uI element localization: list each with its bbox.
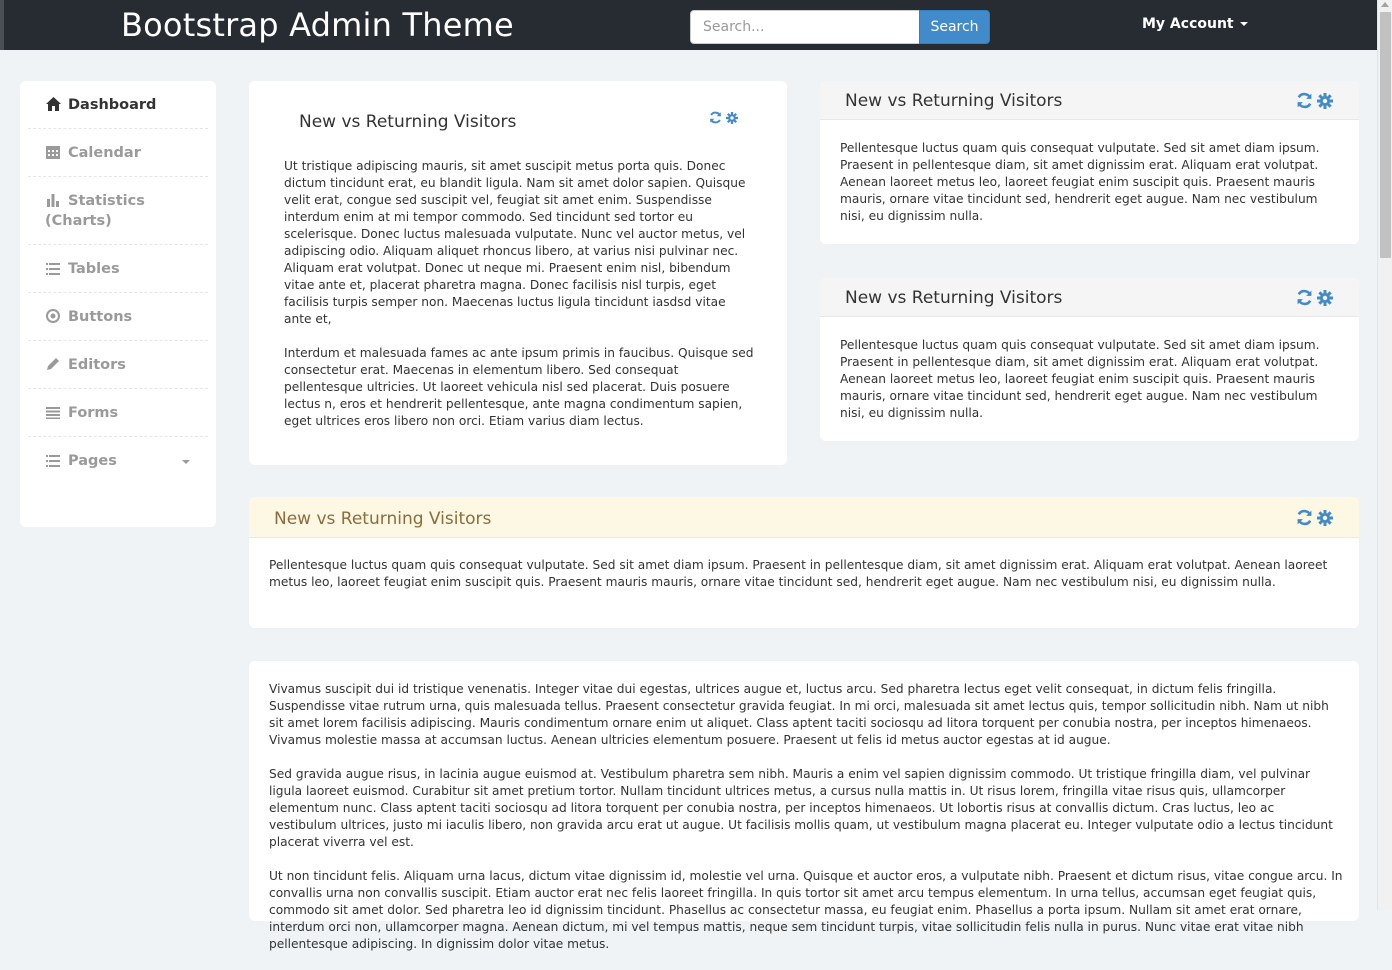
paragraph: Vivamus suscipit dui id tristique venena… — [269, 682, 1329, 747]
sidebar-nav: Dashboard Calendar Statistics (Charts) T… — [20, 81, 216, 527]
sidebar-item-dashboard[interactable]: Dashboard — [28, 81, 208, 129]
paragraph: Sed gravida augue risus, in lacinia augu… — [269, 767, 1333, 849]
vertical-scrollbar[interactable] — [1377, 0, 1392, 910]
sidebar-item-label: Buttons — [68, 309, 133, 325]
panel-title: New vs Returning Visitors — [274, 509, 492, 529]
panel-visitors-right-1: New vs Returning Visitors Pellentesque l… — [820, 81, 1359, 244]
sidebar-item-buttons[interactable]: Buttons — [28, 293, 208, 341]
forms-icon — [45, 405, 61, 421]
panel-heading: New vs Returning Visitors — [249, 497, 1359, 538]
top-navbar: Bootstrap Admin Theme Search My Account — [0, 0, 1377, 50]
gear-icon[interactable] — [1317, 509, 1333, 526]
panel-body: Vivamus suscipit dui id tristique venena… — [269, 681, 1344, 970]
panel-body: Pellentesque luctus quam quis consequat … — [840, 141, 1320, 223]
panel-tools — [1296, 289, 1333, 306]
refresh-icon[interactable] — [709, 111, 722, 124]
panel-title: New vs Returning Visitors — [845, 288, 1063, 308]
list-icon — [45, 453, 61, 469]
paragraph: Interdum et malesuada fames ac ante ipsu… — [284, 346, 754, 428]
panel-body: Pellentesque luctus quam quis consequat … — [269, 558, 1328, 589]
panel-body: Ut tristique adipiscing mauris, sit amet… — [284, 158, 754, 447]
refresh-icon[interactable] — [1296, 92, 1313, 109]
brand-title[interactable]: Bootstrap Admin Theme — [121, 6, 514, 44]
gear-icon[interactable] — [726, 111, 738, 124]
paragraph: Ut non tincidunt felis. Aliquam urna lac… — [269, 869, 1343, 951]
panel-body: Pellentesque luctus quam quis consequat … — [840, 338, 1320, 420]
sidebar-item-label: Calendar — [68, 145, 141, 161]
chevron-down-icon — [182, 460, 190, 464]
panel-text-content: Vivamus suscipit dui id tristique venena… — [249, 661, 1359, 951]
record-icon — [45, 308, 61, 324]
sidebar-item-tables[interactable]: Tables — [28, 245, 208, 293]
search-input[interactable] — [690, 10, 920, 44]
home-icon — [45, 96, 61, 112]
sidebar-item-editors[interactable]: Editors — [28, 341, 208, 389]
sidebar-item-statistics[interactable]: Statistics (Charts) — [28, 177, 208, 245]
caret-down-icon — [1239, 22, 1248, 26]
sidebar-item-calendar[interactable]: Calendar — [28, 129, 208, 177]
sidebar-item-forms[interactable]: Forms — [28, 389, 208, 437]
gear-icon[interactable] — [1317, 289, 1333, 306]
panel-heading: New vs Returning Visitors — [820, 278, 1359, 317]
sidebar-item-label: Dashboard — [68, 97, 157, 113]
sidebar-item-label: Pages — [68, 453, 117, 469]
scroll-up-arrow-icon[interactable] — [1381, 2, 1389, 7]
refresh-icon[interactable] — [1296, 289, 1313, 306]
panel-visitors-wide: New vs Returning Visitors Pellentesque l… — [249, 497, 1359, 628]
my-account-label: My Account — [1142, 16, 1234, 32]
sidebar-item-label: Tables — [68, 261, 120, 277]
sidebar-item-label: Forms — [68, 405, 119, 421]
panel-visitors-main: New vs Returning Visitors Ut tristique a… — [249, 81, 787, 465]
sidebar-item-pages[interactable]: Pages — [28, 437, 208, 484]
panel-heading: New vs Returning Visitors — [820, 81, 1359, 120]
search-button[interactable]: Search — [919, 10, 990, 44]
panel-visitors-right-2: New vs Returning Visitors Pellentesque l… — [820, 278, 1359, 441]
panel-tools — [1296, 509, 1333, 526]
scrollbar-thumb[interactable] — [1380, 12, 1391, 258]
paragraph: Ut tristique adipiscing mauris, sit amet… — [284, 159, 746, 326]
calendar-icon — [45, 144, 61, 160]
panel-title: New vs Returning Visitors — [845, 91, 1063, 111]
panel-tools — [1296, 92, 1333, 109]
panel-tools — [709, 111, 738, 124]
bar-chart-icon — [45, 192, 61, 208]
gear-icon[interactable] — [1317, 92, 1333, 109]
panel-title: New vs Returning Visitors — [299, 112, 517, 132]
sidebar-item-label: Editors — [68, 357, 126, 373]
refresh-icon[interactable] — [1296, 509, 1313, 526]
my-account-dropdown[interactable]: My Account — [1142, 16, 1248, 32]
list-icon — [45, 261, 61, 277]
pencil-icon — [45, 356, 61, 372]
